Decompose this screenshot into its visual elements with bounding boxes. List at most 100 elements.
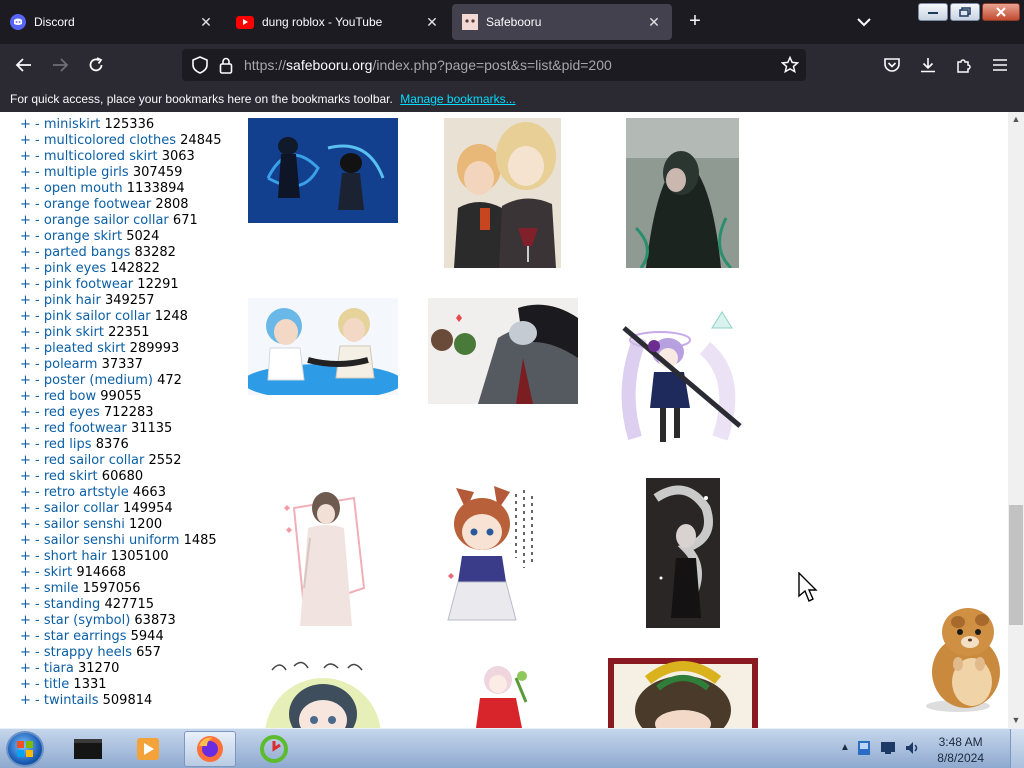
tag-add-remove-control[interactable]: + - bbox=[20, 277, 40, 292]
tag-add-remove-control[interactable]: + - bbox=[20, 261, 40, 276]
manage-bookmarks-link[interactable]: Manage bookmarks... bbox=[400, 92, 515, 106]
volume-icon[interactable] bbox=[904, 740, 920, 761]
tag-link[interactable]: smile bbox=[44, 581, 79, 596]
tag-add-remove-control[interactable]: + - bbox=[20, 549, 40, 564]
tag-add-remove-control[interactable]: + - bbox=[20, 133, 40, 148]
tag-add-remove-control[interactable]: + - bbox=[20, 645, 40, 660]
tag-add-remove-control[interactable]: + - bbox=[20, 213, 40, 228]
tag-add-remove-control[interactable]: + - bbox=[20, 341, 40, 356]
address-bar[interactable]: https://safebooru.org/index.php?page=pos… bbox=[182, 49, 806, 81]
tab-youtube[interactable]: dung roblox - YouTube ✕ bbox=[226, 4, 450, 40]
tag-link[interactable]: sailor collar bbox=[44, 501, 119, 516]
tag-link[interactable]: pink skirt bbox=[44, 325, 104, 340]
tag-link[interactable]: pink footwear bbox=[44, 277, 133, 292]
taskbar-app-terminal[interactable] bbox=[62, 731, 114, 767]
tag-link[interactable]: title bbox=[44, 677, 69, 692]
tag-add-remove-control[interactable]: + - bbox=[20, 453, 40, 468]
list-all-tabs-icon[interactable] bbox=[854, 12, 874, 32]
post-thumbnail[interactable] bbox=[444, 118, 561, 268]
tag-add-remove-control[interactable]: + - bbox=[20, 197, 40, 212]
tag-add-remove-control[interactable]: + - bbox=[20, 677, 40, 692]
tag-add-remove-control[interactable]: + - bbox=[20, 421, 40, 436]
post-thumbnail[interactable] bbox=[444, 478, 561, 628]
tag-link[interactable]: pink eyes bbox=[44, 261, 106, 276]
tag-link[interactable]: multiple girls bbox=[44, 165, 129, 180]
tag-link[interactable]: strappy heels bbox=[44, 645, 132, 660]
downloads-icon[interactable] bbox=[916, 53, 940, 77]
tag-add-remove-control[interactable]: + - bbox=[20, 485, 40, 500]
post-thumbnail[interactable] bbox=[248, 118, 398, 223]
tag-link[interactable]: open mouth bbox=[44, 181, 123, 196]
post-thumbnail[interactable] bbox=[264, 658, 382, 728]
tag-add-remove-control[interactable]: + - bbox=[20, 229, 40, 244]
tag-link[interactable]: star (symbol) bbox=[44, 613, 130, 628]
taskbar-app-firefox[interactable] bbox=[184, 731, 236, 767]
scroll-down-arrow-icon[interactable]: ▼ bbox=[1008, 713, 1024, 727]
tag-link[interactable]: red footwear bbox=[44, 421, 127, 436]
tag-link[interactable]: orange footwear bbox=[44, 197, 151, 212]
tag-link[interactable]: orange skirt bbox=[44, 229, 122, 244]
tag-link[interactable]: pink sailor collar bbox=[44, 309, 151, 324]
tag-link[interactable]: red lips bbox=[44, 437, 92, 452]
extensions-icon[interactable] bbox=[952, 53, 976, 77]
minimize-button[interactable] bbox=[918, 3, 948, 21]
close-tab-icon[interactable]: ✕ bbox=[646, 14, 662, 31]
tag-link[interactable]: orange sailor collar bbox=[44, 213, 169, 228]
restore-button[interactable] bbox=[950, 3, 980, 21]
tag-link[interactable]: star earrings bbox=[44, 629, 127, 644]
tag-link[interactable]: sailor senshi bbox=[44, 517, 125, 532]
tag-link[interactable]: tiara bbox=[44, 661, 74, 676]
tag-link[interactable]: red eyes bbox=[44, 405, 100, 420]
tag-link[interactable]: parted bangs bbox=[44, 245, 131, 260]
tag-link[interactable]: red skirt bbox=[44, 469, 98, 484]
lock-icon[interactable] bbox=[214, 53, 238, 77]
close-tab-icon[interactable]: ✕ bbox=[424, 14, 440, 31]
tag-add-remove-control[interactable]: + - bbox=[20, 565, 40, 580]
tag-add-remove-control[interactable]: + - bbox=[20, 389, 40, 404]
post-thumbnail[interactable] bbox=[452, 658, 552, 728]
tag-add-remove-control[interactable]: + - bbox=[20, 597, 40, 612]
tag-add-remove-control[interactable]: + - bbox=[20, 501, 40, 516]
url-text[interactable]: https://safebooru.org/index.php?page=pos… bbox=[244, 57, 612, 73]
tag-link[interactable]: pleated skirt bbox=[44, 341, 126, 356]
page-scrollbar[interactable] bbox=[1008, 112, 1024, 728]
post-thumbnail[interactable] bbox=[626, 118, 739, 268]
reload-icon[interactable] bbox=[84, 53, 108, 77]
taskbar-app-media-player[interactable] bbox=[122, 731, 174, 767]
tag-add-remove-control[interactable]: + - bbox=[20, 357, 40, 372]
tag-add-remove-control[interactable]: + - bbox=[20, 469, 40, 484]
tag-add-remove-control[interactable]: + - bbox=[20, 693, 40, 708]
scroll-up-arrow-icon[interactable]: ▲ bbox=[1008, 112, 1024, 126]
tag-add-remove-control[interactable]: + - bbox=[20, 112, 40, 116]
scrollbar-thumb[interactable] bbox=[1009, 505, 1023, 625]
hamster-pet[interactable] bbox=[918, 602, 1008, 714]
taskbar-app-ccleaner[interactable] bbox=[248, 731, 300, 767]
tag-link[interactable]: multicolored clothes bbox=[44, 133, 176, 148]
post-thumbnail[interactable] bbox=[274, 478, 374, 628]
new-tab-button[interactable]: + bbox=[684, 10, 706, 32]
tag-add-remove-control[interactable]: + - bbox=[20, 165, 40, 180]
tab-discord[interactable]: Discord ✕ bbox=[0, 4, 224, 40]
tag-link[interactable]: multicolored skirt bbox=[44, 149, 158, 164]
tag-add-remove-control[interactable]: + - bbox=[20, 149, 40, 164]
tag-add-remove-control[interactable]: + - bbox=[20, 309, 40, 324]
taskbar-clock[interactable]: 3:48 AM 8/8/2024 bbox=[937, 734, 984, 766]
tag-add-remove-control[interactable]: + - bbox=[20, 181, 40, 196]
tag-add-remove-control[interactable]: + - bbox=[20, 373, 40, 388]
close-window-button[interactable] bbox=[982, 3, 1020, 21]
tag-link[interactable]: red sailor collar bbox=[44, 453, 144, 468]
tag-link[interactable]: poster (medium) bbox=[44, 373, 153, 388]
post-thumbnail[interactable] bbox=[610, 298, 750, 448]
tag-add-remove-control[interactable]: + - bbox=[20, 325, 40, 340]
post-thumbnail[interactable] bbox=[428, 298, 578, 404]
monitor-icon[interactable] bbox=[880, 741, 896, 760]
network-app-icon[interactable] bbox=[856, 740, 872, 761]
forward-arrow-icon[interactable] bbox=[48, 53, 72, 77]
show-desktop-button[interactable] bbox=[1010, 729, 1024, 768]
tab-safebooru[interactable]: Safebooru ✕ bbox=[452, 4, 672, 40]
tag-add-remove-control[interactable]: + - bbox=[20, 293, 40, 308]
tag-link[interactable]: twintails bbox=[44, 693, 99, 708]
tag-add-remove-control[interactable]: + - bbox=[20, 613, 40, 628]
start-button[interactable] bbox=[6, 731, 44, 767]
show-hidden-icons-arrow-icon[interactable]: ▲ bbox=[840, 742, 850, 753]
